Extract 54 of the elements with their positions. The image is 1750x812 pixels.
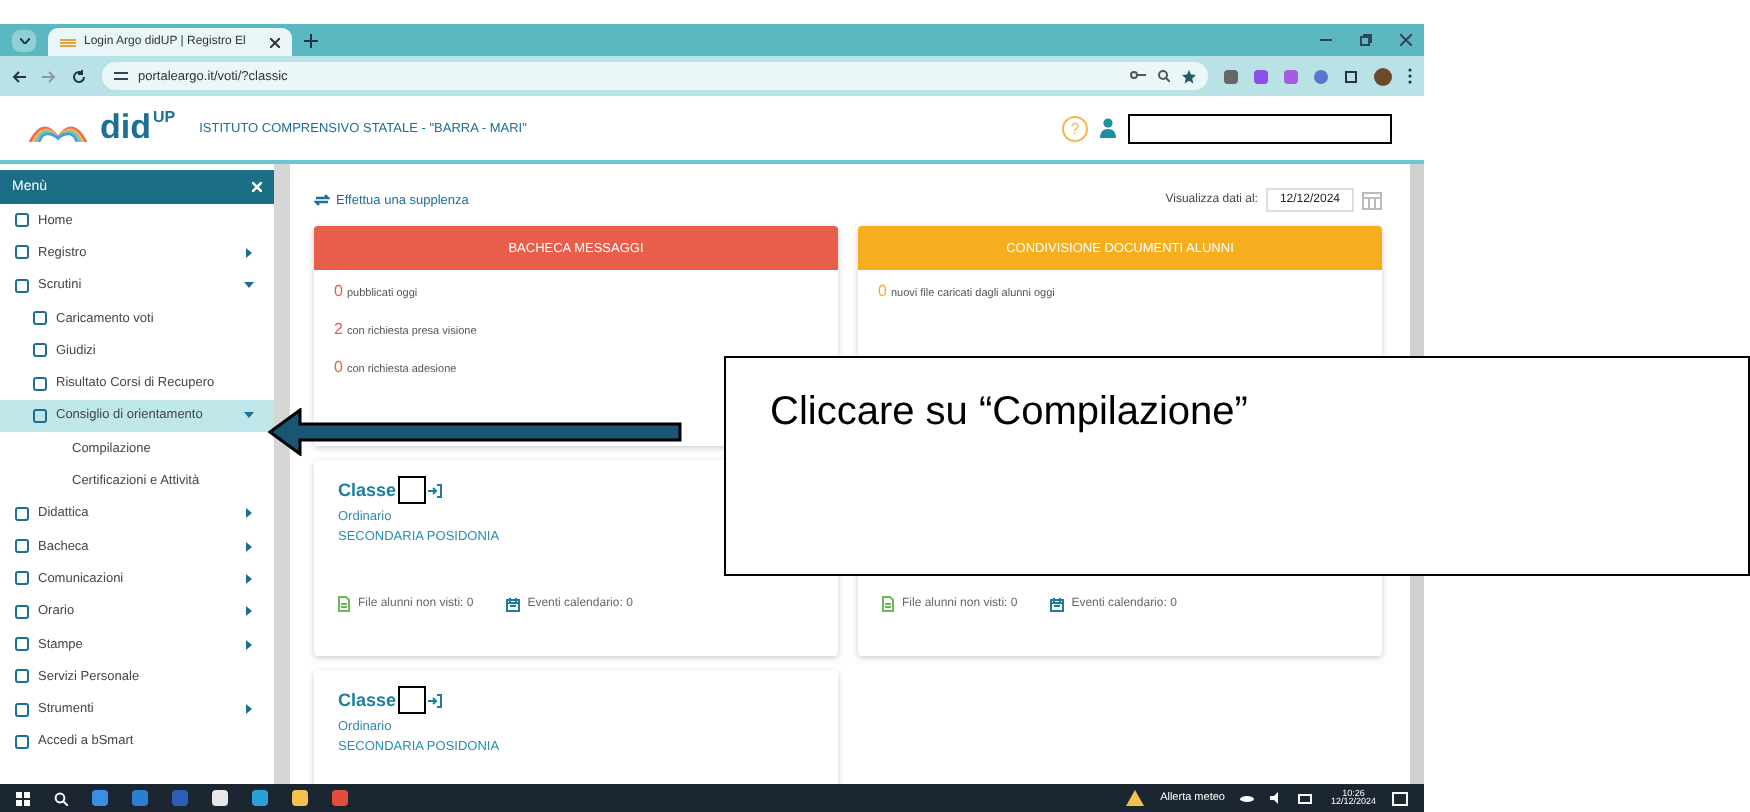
search-icon[interactable]	[54, 791, 68, 805]
caret-icon	[244, 704, 254, 715]
restore-icon[interactable]	[1360, 34, 1372, 46]
login-icon[interactable]	[428, 693, 443, 707]
extension-icon[interactable]	[1314, 69, 1328, 83]
extension-icon[interactable]	[1254, 69, 1268, 83]
taskbar-app-icon[interactable]	[292, 790, 308, 806]
profile-avatar[interactable]	[1374, 67, 1392, 85]
caret-icon	[244, 541, 254, 552]
zoom-icon[interactable]	[1158, 69, 1170, 81]
count-number: 0	[334, 282, 343, 300]
caret-icon	[244, 410, 254, 421]
count-number: 0	[334, 358, 343, 376]
back-icon[interactable]	[12, 69, 26, 83]
user-icon[interactable]	[1100, 118, 1116, 138]
redaction-box	[398, 686, 427, 714]
caret-icon	[244, 280, 254, 291]
class-title[interactable]: Classe	[338, 480, 397, 500]
taskbar-app-icon[interactable]	[92, 790, 108, 806]
swap-icon	[314, 194, 330, 206]
caret-icon	[244, 606, 254, 617]
cloud-icon	[1240, 794, 1255, 802]
chevron-icon	[19, 37, 29, 43]
taskbar-app-icon[interactable]	[212, 790, 228, 806]
class-title[interactable]: Classe	[338, 690, 397, 710]
callout-text: Cliccare su “Compilazione”	[724, 356, 1750, 576]
reload-icon[interactable]	[72, 69, 86, 83]
notification-icon[interactable]	[1392, 791, 1408, 805]
minimize-icon[interactable]	[1320, 34, 1332, 46]
caret-icon	[244, 573, 254, 584]
taskbar-app-icon[interactable]	[252, 790, 268, 806]
taskbar-app-icon[interactable]	[132, 790, 148, 806]
caret-icon	[244, 508, 254, 519]
key-icon[interactable]	[1130, 69, 1146, 79]
extension-icon[interactable]	[1284, 69, 1298, 83]
site-favicon-icon	[60, 37, 76, 47]
tab-menu-button[interactable]	[12, 29, 36, 51]
new-tab-icon[interactable]	[304, 33, 318, 47]
windows-start-icon[interactable]	[16, 791, 30, 805]
caret-icon	[244, 639, 254, 649]
count-number: 2	[334, 320, 343, 338]
close-icon[interactable]	[270, 37, 280, 47]
extension-icon[interactable]	[1224, 69, 1238, 83]
redaction-box	[398, 476, 427, 504]
count-number: 0	[878, 282, 887, 300]
taskbar-app-icon[interactable]	[332, 790, 348, 806]
app-logo: did$^{UP}$	[100, 108, 176, 148]
speaker-icon[interactable]	[1270, 792, 1283, 804]
warning-icon	[1126, 790, 1145, 806]
star-icon[interactable]	[1182, 69, 1196, 83]
caret-icon	[244, 247, 254, 258]
site-settings-icon[interactable]	[114, 70, 128, 82]
battery-icon[interactable]	[1298, 793, 1315, 803]
login-icon[interactable]	[428, 483, 443, 497]
